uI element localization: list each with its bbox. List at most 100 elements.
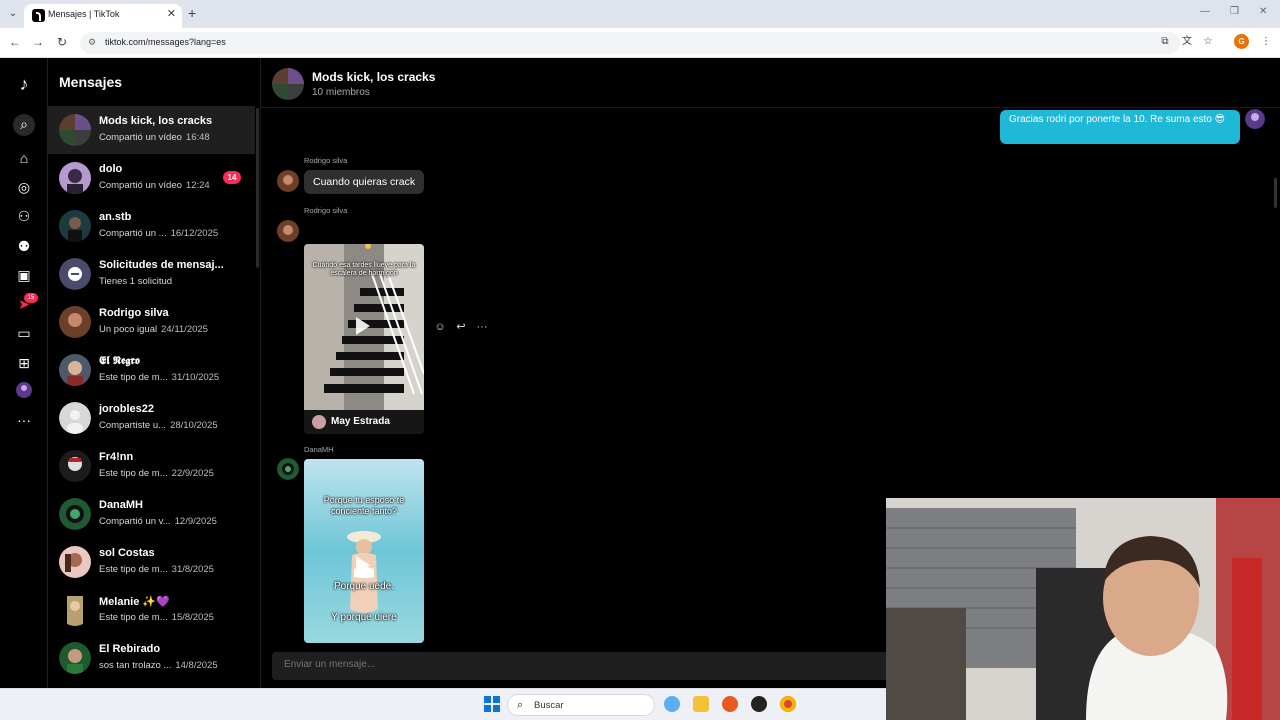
explore-icon[interactable]: ◎ bbox=[14, 177, 34, 197]
tab-search-icon[interactable]: ⌄ bbox=[6, 7, 20, 21]
search-icon[interactable]: ⌕ bbox=[13, 114, 35, 136]
message-input[interactable] bbox=[284, 659, 874, 670]
messages-icon[interactable]: ▭ bbox=[14, 323, 34, 343]
chrome-icon[interactable] bbox=[780, 696, 796, 712]
firefox-icon[interactable] bbox=[722, 696, 738, 712]
message-requests-icon bbox=[59, 258, 91, 290]
member-count: 10 miembros bbox=[312, 87, 370, 98]
restore-icon[interactable]: ❐ bbox=[1230, 6, 1239, 17]
messages-title: Mensajes bbox=[59, 74, 123, 90]
video-thumbnail[interactable]: Porque tu esposo te concientе tanto? Por… bbox=[304, 459, 424, 643]
video-caption: Porque tu esposo te concientе tanto? bbox=[323, 495, 405, 516]
conversation-name: Melanie ✨💜 bbox=[99, 596, 170, 608]
obs-icon[interactable] bbox=[751, 696, 767, 712]
video-thumbnail[interactable]: Cuando esa tardes llueve para la escaler… bbox=[304, 244, 424, 410]
play-icon[interactable] bbox=[356, 317, 370, 335]
taskbar-search[interactable]: ⌕ Buscar bbox=[507, 694, 655, 716]
message-composer[interactable] bbox=[272, 652, 892, 680]
unread-badge: 14 bbox=[223, 171, 241, 184]
following-icon[interactable]: ⚇ bbox=[14, 206, 34, 226]
sender-avatar[interactable] bbox=[277, 170, 299, 192]
close-window-icon[interactable]: ✕ bbox=[1259, 6, 1267, 17]
conversation-preview: Un poco igual 24/11/2025 bbox=[99, 324, 208, 335]
copilot-icon[interactable] bbox=[664, 696, 680, 712]
chat-scrollbar[interactable] bbox=[1274, 178, 1277, 208]
conversation-name: an.stb bbox=[99, 211, 132, 223]
conversation-item[interactable]: Solicitudes de mensaj... Tienes 1 solici… bbox=[48, 250, 255, 298]
home-icon[interactable]: ⌂ bbox=[14, 148, 34, 168]
friends-icon[interactable]: ⚉ bbox=[14, 236, 34, 256]
minimize-icon[interactable]: — bbox=[1200, 6, 1210, 17]
upload-icon[interactable]: ⊞ bbox=[14, 353, 34, 373]
forward-icon[interactable]: → bbox=[30, 34, 46, 50]
address-bar[interactable]: ⚙ tiktok.com/messages?lang=es bbox=[80, 32, 1180, 54]
conversation-item[interactable]: jorobles22 Compartiste u... 28/10/2025 bbox=[48, 394, 255, 442]
conversation-item[interactable]: sol Costas Este tipo de m... 31/8/2025 bbox=[48, 538, 255, 586]
conversation-preview: Compartiste u... 28/10/2025 bbox=[99, 420, 218, 431]
live-icon[interactable]: ▣ bbox=[14, 265, 34, 285]
conversation-item[interactable]: DanaMH Compartió un v... 12/9/2025 bbox=[48, 490, 255, 538]
tab-close-icon[interactable]: ✕ bbox=[167, 7, 176, 20]
profile-avatar[interactable]: G bbox=[1234, 34, 1249, 49]
group-avatar bbox=[59, 114, 91, 146]
user-avatar bbox=[59, 306, 91, 338]
user-avatar bbox=[59, 450, 91, 482]
search-icon: ⌕ bbox=[517, 699, 524, 711]
new-tab-icon[interactable]: + bbox=[188, 5, 196, 21]
conversation-name: DanaMH bbox=[99, 499, 144, 511]
tiktok-logo-icon[interactable]: ♪ bbox=[14, 74, 34, 94]
own-avatar bbox=[1245, 109, 1265, 129]
browser-toolbar: ← → ↻ ⚙ tiktok.com/messages?lang=es ⧉ 文 … bbox=[0, 28, 1280, 58]
conversation-scrollbar[interactable] bbox=[256, 108, 259, 268]
conversation-item[interactable]: Fr4!nn Este tipo de m... 22/9/2025 bbox=[48, 442, 255, 490]
conversation-item[interactable]: an.stb Compartió un ... 16/12/2025 bbox=[48, 202, 255, 250]
reload-icon[interactable]: ↻ bbox=[54, 34, 70, 50]
conversation-item[interactable]: Rodrigo silva Un poco igual 24/11/2025 bbox=[48, 298, 255, 346]
conversation-item[interactable]: 𝕰𝖑 𝕹𝖊𝖌𝖗𝖔 Este tipo de m... 31/10/2025 bbox=[48, 346, 255, 394]
conversation-item[interactable]: El Rebirado sos tan trolazo ... 14/8/2025 bbox=[48, 634, 255, 682]
author-avatar bbox=[312, 415, 326, 429]
user-avatar bbox=[59, 498, 91, 530]
conversation-list: Mensajes Mods kick, los cracks Compartió… bbox=[48, 58, 261, 688]
translate-icon[interactable]: 文 bbox=[1180, 35, 1194, 49]
group-avatar bbox=[272, 68, 304, 100]
conversation-name: Mods kick, los cracks bbox=[99, 115, 213, 127]
user-avatar bbox=[59, 546, 91, 578]
video-caption: Y porque uiere bbox=[331, 612, 397, 623]
shared-video-card[interactable]: Cuando esa tardes llueve para la escaler… bbox=[304, 244, 424, 434]
conversation-preview: Este tipo de m... 15/8/2025 bbox=[99, 612, 214, 623]
user-avatar bbox=[59, 354, 91, 386]
user-avatar bbox=[59, 642, 91, 674]
browser-menu-icon[interactable]: ⋮ bbox=[1259, 35, 1273, 49]
conversation-item[interactable]: Mods kick, los cracks Compartió un vídeo… bbox=[48, 106, 255, 154]
conversation-name: 𝕰𝖑 𝕹𝖊𝖌𝖗𝖔 bbox=[99, 355, 140, 367]
message-sender: Rodrigo silva bbox=[304, 156, 348, 165]
more-icon[interactable]: ··· bbox=[14, 410, 34, 430]
file-explorer-icon[interactable] bbox=[693, 696, 709, 712]
shared-video-card[interactable]: Porque tu esposo te concientе tanto? Por… bbox=[304, 459, 424, 643]
tiktok-favicon-icon bbox=[32, 9, 45, 22]
conversation-item[interactable]: dolo Compartió un vídeo 12:24 14 bbox=[48, 154, 255, 202]
bookmark-star-icon[interactable]: ☆ bbox=[1201, 35, 1215, 49]
own-message-bubble[interactable]: Gracias rodri por ponerte la 10. Re suma… bbox=[1000, 110, 1240, 144]
default-avatar bbox=[59, 402, 91, 434]
more-options-icon[interactable]: ··· bbox=[475, 320, 489, 334]
chat-header[interactable]: Mods kick, los cracks 10 miembros bbox=[261, 58, 1280, 108]
activity-badge: 15 bbox=[24, 293, 38, 303]
message-bubble[interactable]: Cuando quieras crack bbox=[304, 170, 425, 194]
back-icon[interactable]: ← bbox=[7, 34, 23, 50]
conversation-item[interactable]: Melanie ✨💜 Este tipo de m... 15/8/2025 bbox=[48, 586, 255, 634]
react-emoji-icon[interactable]: ☺ bbox=[433, 320, 447, 334]
video-author[interactable]: May Estrada bbox=[304, 410, 424, 434]
reply-icon[interactable]: ↩ bbox=[454, 320, 468, 334]
site-info-icon[interactable]: ⚙ bbox=[88, 37, 98, 47]
browser-tabstrip: ⌄ Mensajes | TikTok ✕ + — ❐ ✕ bbox=[0, 0, 1280, 28]
profile-icon[interactable] bbox=[14, 382, 34, 402]
sender-avatar[interactable] bbox=[277, 220, 299, 242]
browser-tab[interactable]: Mensajes | TikTok ✕ bbox=[24, 4, 182, 28]
play-icon[interactable] bbox=[356, 556, 370, 574]
sender-avatar[interactable] bbox=[277, 458, 299, 480]
url-text[interactable]: tiktok.com/messages?lang=es bbox=[105, 37, 226, 47]
install-app-icon[interactable]: ⧉ bbox=[1158, 35, 1172, 49]
windows-start-icon[interactable] bbox=[484, 696, 500, 712]
